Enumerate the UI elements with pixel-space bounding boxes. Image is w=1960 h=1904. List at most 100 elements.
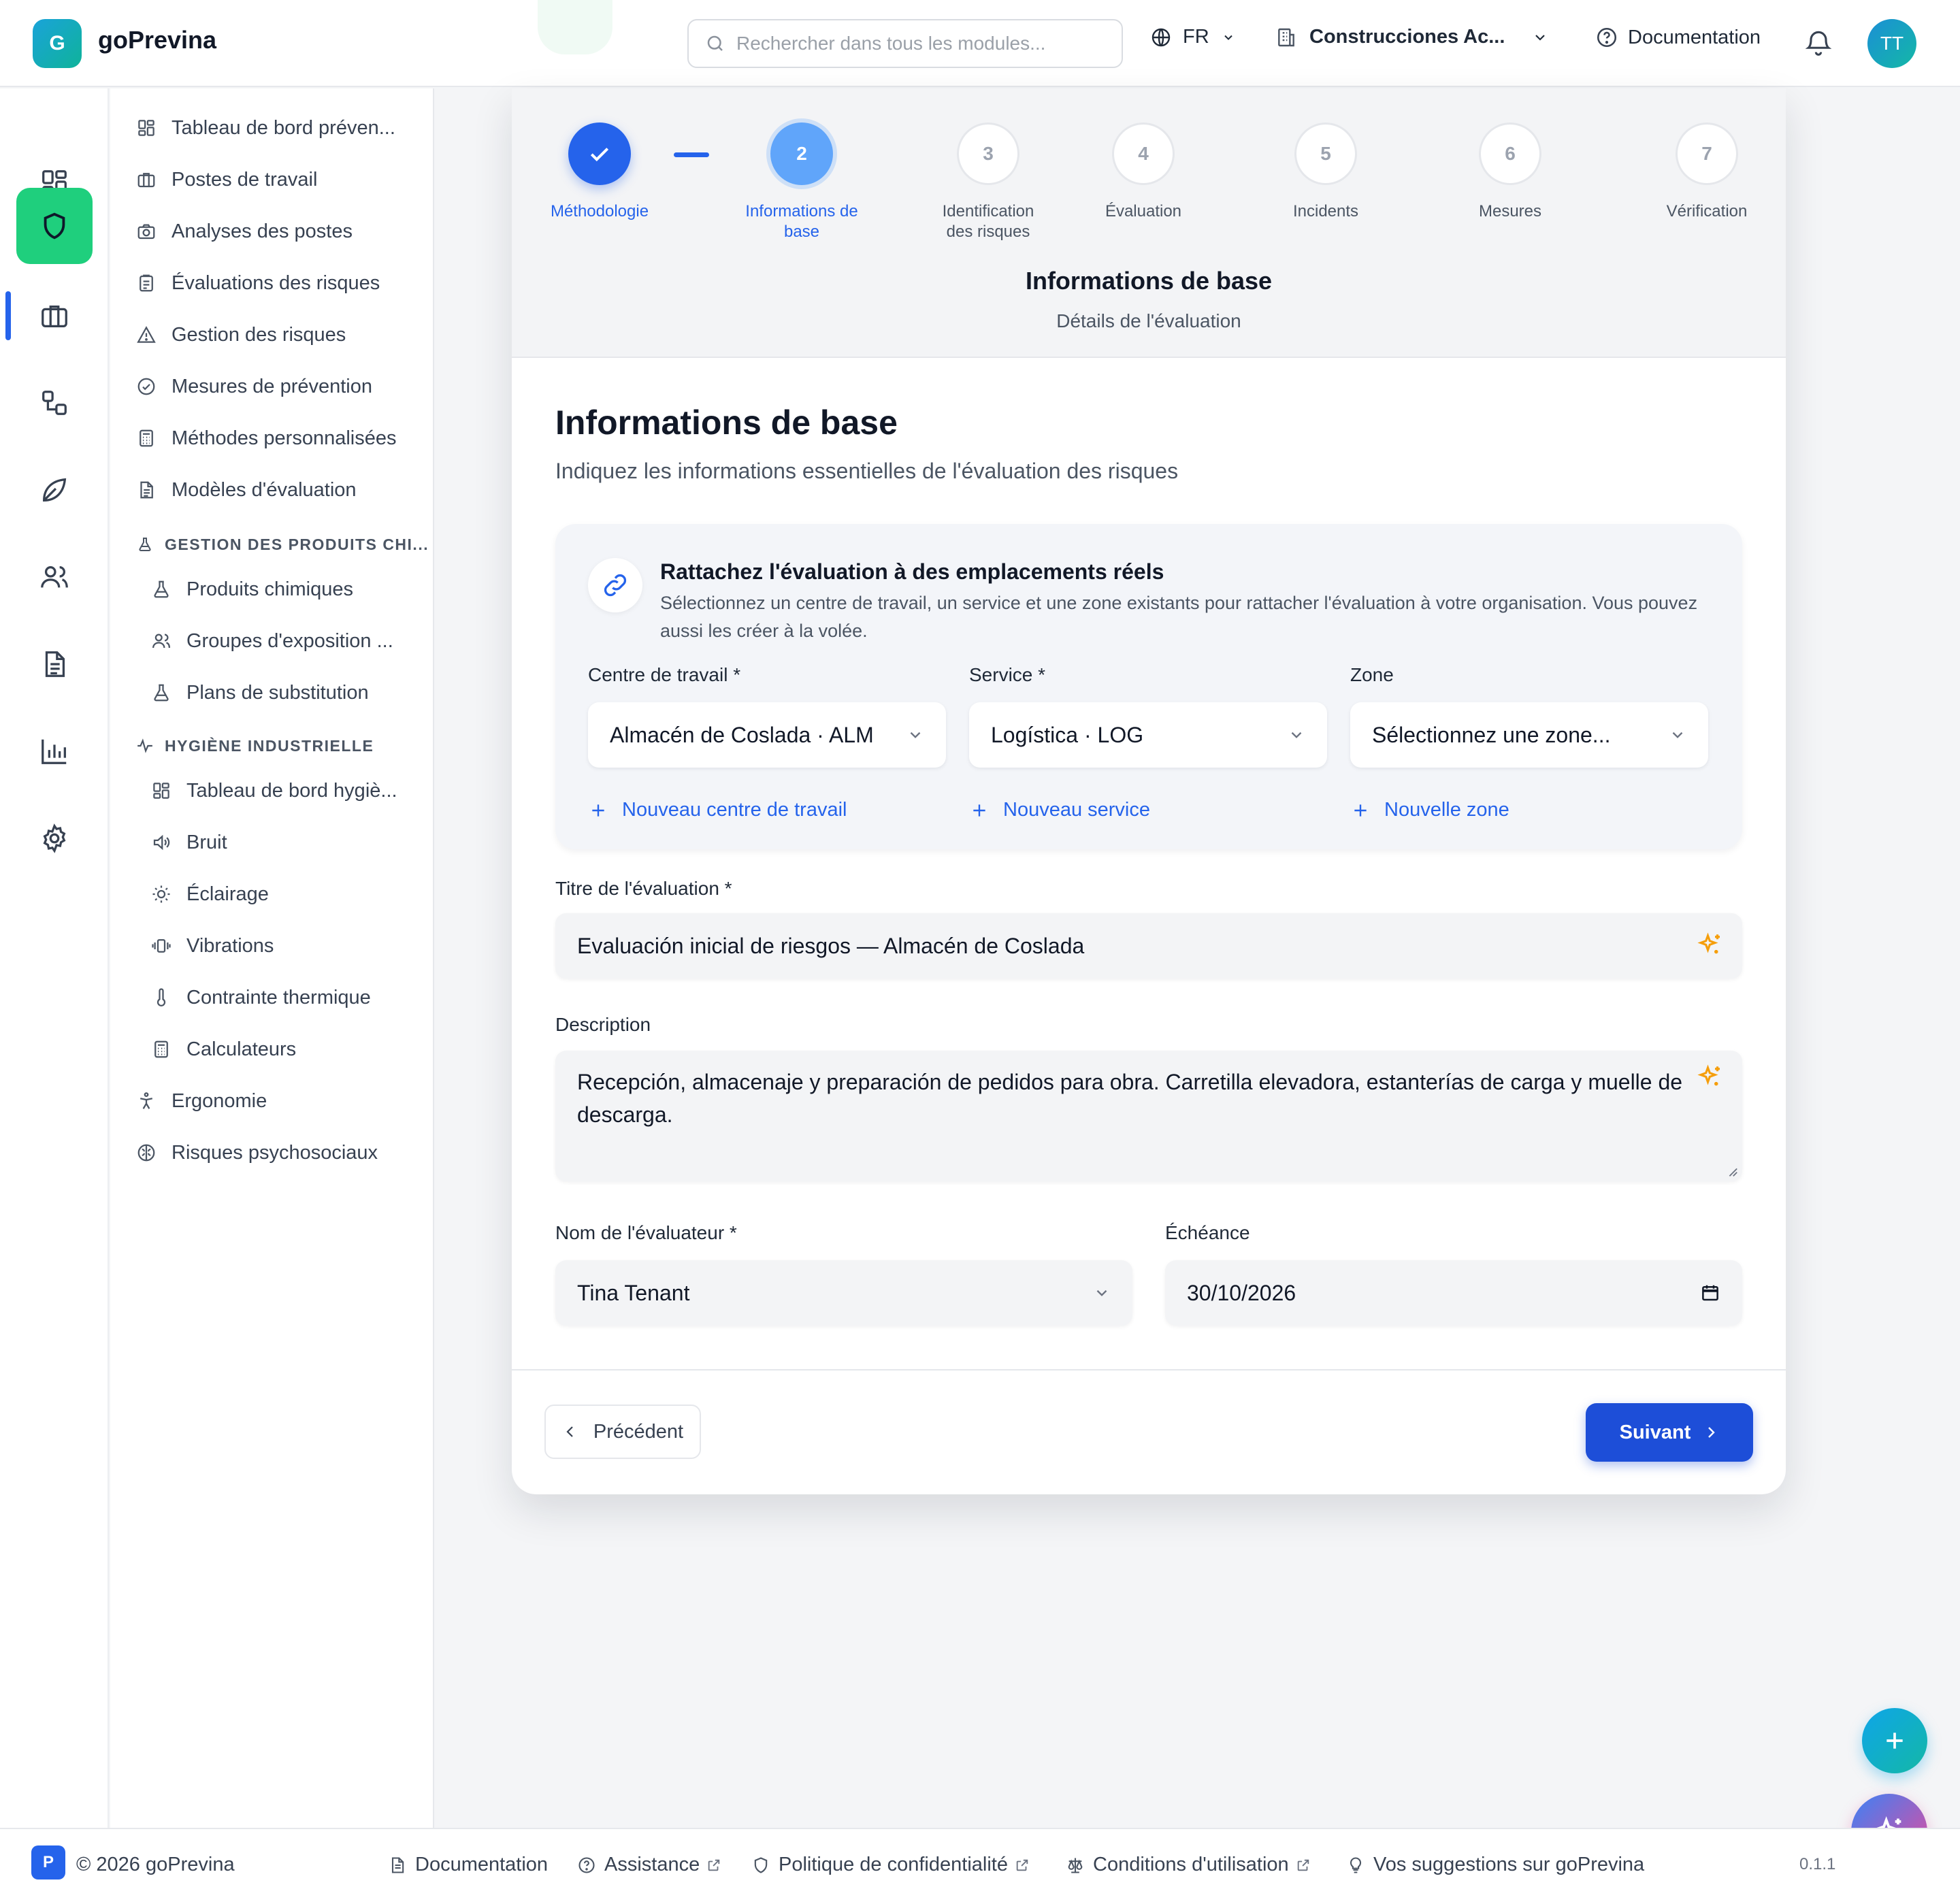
plus-icon (1881, 1727, 1908, 1754)
description-value: Recepción, almacenaje y preparación de p… (577, 1070, 1683, 1127)
sidebar-item-chemical-products[interactable]: Produits chimiques (150, 569, 353, 610)
language-selector[interactable]: FR (1150, 26, 1235, 48)
sidebar-item-substitution-plans[interactable]: Plans de substitution (150, 672, 369, 713)
sidebar-item-workstations[interactable]: Postes de travail (135, 159, 317, 200)
footer-link-label: Politique de confidentialité (779, 1854, 1008, 1875)
chevron-down-icon (1532, 29, 1548, 46)
footer-privacy-link[interactable]: Politique de confidentialité (751, 1854, 1030, 1876)
shield-icon (39, 210, 70, 242)
sidebar-item-exposure-groups[interactable]: Groupes d'exposition ... (150, 621, 393, 661)
warning-icon (135, 325, 158, 345)
sidebar-item-risk-assessments[interactable]: Évaluations des risques (135, 263, 380, 303)
sidebar-item-risk-management[interactable]: Gestion des risques (135, 314, 346, 355)
app-name[interactable]: goPrevina (98, 26, 216, 54)
step-1-label[interactable]: Méthodologie (512, 201, 688, 222)
app-logo[interactable]: G (33, 19, 82, 68)
chevron-left-icon (562, 1424, 578, 1440)
step-5-label[interactable]: Incidents (1237, 201, 1414, 222)
sidebar-item-label: Tableau de bord préven... (172, 116, 395, 139)
step-title: Informations de base (1025, 267, 1273, 295)
step-3-circle[interactable]: 3 (957, 122, 1019, 185)
step-6-label[interactable]: Mesures (1422, 201, 1599, 222)
sidebar-item-hygiene-dashboard[interactable]: Tableau de bord hygiè... (150, 770, 397, 811)
add-workcenter-link[interactable]: Nouveau centre de travail (589, 799, 847, 821)
workcenter-label: Centre de travail * (588, 664, 741, 685)
sidebar-item-assessment-templates[interactable]: Modèles d'évaluation (135, 470, 357, 510)
workcenter-select[interactable]: Almacén de Coslada · ALM (588, 702, 946, 768)
footer-terms-link[interactable]: Conditions d'utilisation (1066, 1854, 1311, 1876)
footer-assistance-link[interactable]: Assistance (577, 1854, 721, 1876)
ai-sparkle-icon[interactable] (1696, 931, 1725, 959)
sidebar-item-noise[interactable]: Bruit (150, 822, 227, 863)
organization-selector[interactable]: Construcciones Ac... (1275, 26, 1548, 48)
sidebar-item-vibrations[interactable]: Vibrations (150, 925, 274, 966)
sidebar-item-workstation-analyses[interactable]: Analyses des postes (135, 211, 353, 252)
footer-copyright: © 2026 goPrevina (76, 1854, 235, 1875)
global-search-input[interactable]: Rechercher dans tous les modules... (687, 19, 1123, 68)
sidebar-item-calculators[interactable]: Calculateurs (150, 1029, 296, 1070)
sidebar-item-prevention-dashboard[interactable]: Tableau de bord préven... (135, 108, 395, 148)
speaker-icon (150, 832, 173, 853)
sidebar-item-prevention-measures[interactable]: Mesures de prévention (135, 366, 372, 407)
footer-suggestions-link[interactable]: Vos suggestions sur goPrevina (1346, 1854, 1644, 1876)
notifications-bell-icon[interactable] (1803, 27, 1833, 57)
add-zone-link[interactable]: Nouvelle zone (1352, 799, 1509, 821)
evaluator-select[interactable]: Tina Tenant (555, 1260, 1132, 1326)
calendar-icon[interactable] (1700, 1283, 1720, 1303)
previous-button[interactable]: Précédent (544, 1405, 701, 1459)
rail-workstations[interactable] (16, 278, 93, 354)
rail-prevention[interactable] (16, 188, 93, 264)
rail-reports[interactable] (16, 713, 93, 789)
step-6-circle[interactable]: 6 (1479, 122, 1541, 185)
building-icon (1275, 27, 1297, 48)
lightbulb-icon (1346, 1856, 1365, 1875)
sidebar-section-industrial-hygiene[interactable]: HYGIÈNE INDUSTRIELLE (135, 732, 374, 759)
footer-documentation-link[interactable]: Documentation (388, 1854, 548, 1876)
user-avatar[interactable]: TT (1867, 19, 1916, 68)
step-2-circle[interactable]: 2 (770, 122, 833, 185)
step-7-label[interactable]: Vérification (1618, 201, 1786, 222)
sidebar-item-psychosocial-risks[interactable]: Risques psychosociaux (135, 1132, 378, 1173)
sidebar-item-thermal-stress[interactable]: Contrainte thermique (150, 977, 371, 1018)
add-workcenter-label: Nouveau centre de travail (622, 799, 847, 821)
plus-icon (1352, 802, 1369, 819)
sidebar-item-label: Tableau de bord hygiè... (186, 779, 397, 802)
description-textarea[interactable]: Recepción, almacenaje y preparación de p… (555, 1051, 1742, 1181)
rail-documents[interactable] (16, 626, 93, 702)
step-4-label[interactable]: Évaluation (1055, 201, 1232, 222)
add-service-label: Nouveau service (1003, 799, 1150, 821)
step-4-circle[interactable]: 4 (1112, 122, 1175, 185)
zone-select[interactable]: Sélectionnez une zone... (1350, 702, 1708, 768)
due-date-input[interactable]: 30/10/2026 (1165, 1260, 1742, 1326)
check-circle-icon (135, 376, 158, 397)
step-1-circle[interactable] (568, 122, 631, 185)
service-select[interactable]: Logística · LOG (969, 702, 1327, 768)
sidebar-item-lighting[interactable]: Éclairage (150, 874, 269, 915)
step-7-circle[interactable]: 7 (1676, 122, 1738, 185)
quick-add-button[interactable] (1862, 1708, 1927, 1773)
step-2-label[interactable]: Informations de base (713, 201, 890, 242)
add-service-link[interactable]: Nouveau service (970, 799, 1150, 821)
file-text-icon (388, 1856, 407, 1875)
rail-environment[interactable] (16, 452, 93, 528)
sidebar-section-chemicals[interactable]: GESTION DES PRODUITS CHI... (135, 531, 429, 558)
briefcase-icon (135, 169, 158, 190)
section-label: HYGIÈNE INDUSTRIELLE (165, 736, 374, 755)
documentation-link[interactable]: Documentation (1595, 26, 1761, 49)
rail-settings[interactable] (16, 800, 93, 876)
assessment-title-input[interactable]: Evaluación inicial de riesgos — Almacén … (555, 913, 1742, 979)
sidebar-item-custom-methods[interactable]: Méthodes personnalisées (135, 418, 396, 459)
evaluator-label: Nom de l'évaluateur * (555, 1222, 737, 1243)
flask-icon (135, 536, 155, 553)
step-3-label[interactable]: Identification des risques (900, 201, 1077, 242)
rail-workflows[interactable] (16, 365, 93, 441)
rail-people[interactable] (16, 539, 93, 615)
next-button[interactable]: Suivant (1586, 1403, 1753, 1462)
workcenter-value: Almacén de Coslada · ALM (610, 722, 874, 747)
sidebar-item-ergonomics[interactable]: Ergonomie (135, 1081, 267, 1121)
ai-sparkle-icon[interactable] (1696, 1063, 1725, 1091)
external-link-icon (1296, 1858, 1311, 1873)
resize-handle-icon[interactable] (1726, 1165, 1738, 1177)
sun-icon (150, 884, 173, 904)
step-5-circle[interactable]: 5 (1294, 122, 1357, 185)
